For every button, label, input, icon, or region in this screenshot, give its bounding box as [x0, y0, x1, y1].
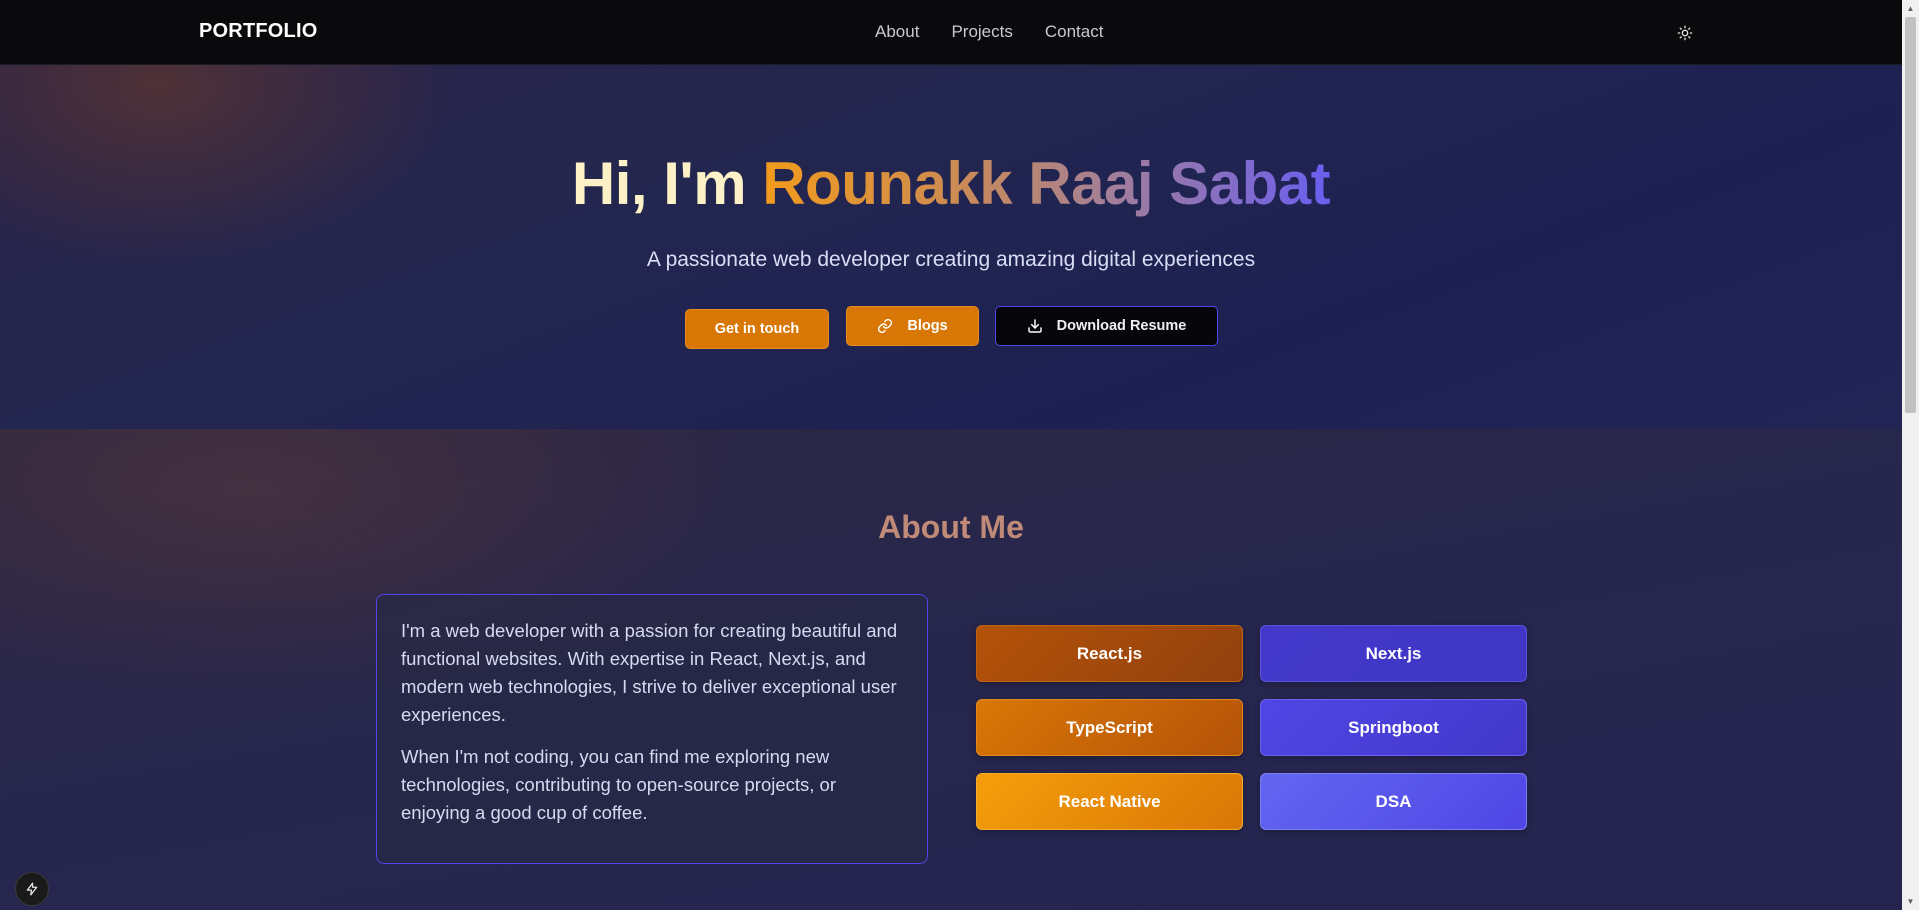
get-in-touch-button[interactable]: Get in touch — [685, 309, 829, 349]
skill-label: DSA — [1375, 791, 1412, 811]
skill-label: React Native — [1058, 791, 1161, 811]
dev-tools-badge[interactable] — [15, 872, 49, 906]
hero-subtitle: A passionate web developer creating amaz… — [646, 248, 1256, 271]
blogs-label: Blogs — [907, 318, 948, 334]
about-paragraph: When I'm not coding, you can find me exp… — [401, 746, 837, 823]
skill-chip-nextjs[interactable]: Next.js — [1260, 625, 1527, 682]
about-card: I'm a web developer with a passion for c… — [376, 594, 928, 864]
skill-chip-react-native[interactable]: React Native — [976, 773, 1243, 830]
blogs-button[interactable]: Blogs — [846, 306, 979, 346]
skill-label: TypeScript — [1066, 717, 1153, 737]
about-paragraph: I'm a web developer with a passion for c… — [401, 620, 898, 725]
page-viewport: PORTFOLIO About Projects Contact Hi, I'm… — [0, 0, 1902, 910]
skill-label: React.js — [1076, 643, 1143, 663]
hero-name: Rounakk Raaj Sabat — [762, 150, 1331, 217]
site-logo[interactable]: PORTFOLIO — [199, 20, 317, 43]
scroll-up-arrow-icon[interactable]: ▲ — [1902, 0, 1919, 17]
skill-chip-react[interactable]: React.js — [976, 625, 1243, 682]
hero-title: Hi, I'm Rounakk Raaj Sabat — [0, 149, 1902, 218]
nav-links: About Projects Contact — [875, 22, 1103, 42]
get-in-touch-label: Get in touch — [714, 321, 800, 337]
about-title: About Me — [878, 509, 1024, 545]
download-resume-label: Download Resume — [1056, 318, 1187, 334]
skill-chip-dsa[interactable]: DSA — [1260, 773, 1527, 830]
skill-label: Next.js — [1365, 643, 1422, 663]
theme-toggle-button[interactable] — [1674, 22, 1696, 44]
lightning-icon — [26, 882, 38, 896]
nav-link-about[interactable]: About — [875, 22, 919, 42]
scrollbar-thumb[interactable] — [1905, 17, 1916, 413]
about-section: About Me I'm a web developer with a pass… — [0, 429, 1902, 910]
hero-section: Hi, I'm Rounakk Raaj Sabat A passionate … — [0, 65, 1902, 429]
skill-label: Springboot — [1348, 717, 1439, 737]
nav-link-contact[interactable]: Contact — [1045, 22, 1104, 42]
download-resume-button[interactable]: Download Resume — [995, 306, 1218, 346]
sun-icon — [1677, 25, 1693, 41]
scroll-down-arrow-icon[interactable]: ▼ — [1902, 893, 1919, 910]
skill-chip-typescript[interactable]: TypeScript — [976, 699, 1243, 756]
vertical-scrollbar[interactable]: ▲ ▼ — [1902, 0, 1919, 910]
download-icon — [1027, 319, 1042, 333]
hero-greeting: Hi, I'm — [571, 150, 763, 217]
nav-link-projects[interactable]: Projects — [951, 22, 1012, 42]
top-navbar: PORTFOLIO About Projects Contact — [0, 0, 1902, 65]
link-icon — [878, 318, 893, 334]
skill-chip-springboot[interactable]: Springboot — [1260, 699, 1527, 756]
